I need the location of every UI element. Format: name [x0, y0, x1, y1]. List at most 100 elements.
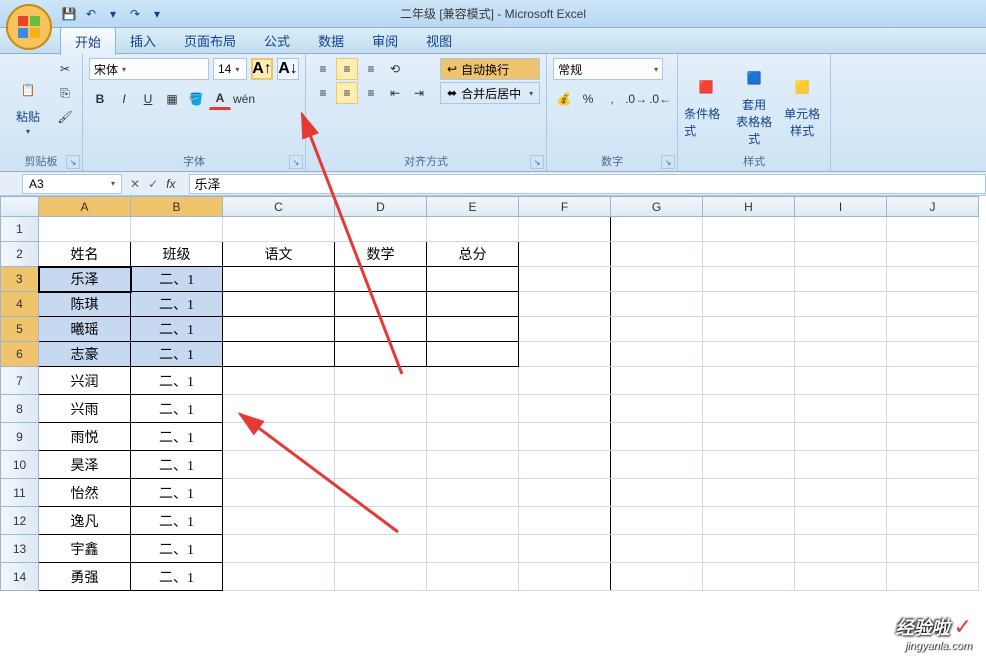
cell[interactable] — [427, 423, 519, 451]
cell[interactable] — [887, 267, 979, 292]
cell[interactable] — [519, 563, 611, 591]
select-all-corner[interactable] — [1, 197, 39, 217]
cell[interactable] — [703, 292, 795, 317]
cell[interactable] — [335, 535, 427, 563]
align-launcher-icon[interactable]: ↘ — [530, 155, 544, 169]
cell[interactable] — [519, 317, 611, 342]
row-header[interactable]: 4 — [1, 292, 39, 317]
bold-icon[interactable]: B — [89, 88, 111, 110]
cell[interactable]: 曦瑶 — [39, 317, 131, 342]
cell[interactable] — [611, 451, 703, 479]
col-header-d[interactable]: D — [335, 197, 427, 217]
cell[interactable] — [223, 292, 335, 317]
tab-formula[interactable]: 公式 — [250, 27, 304, 54]
cell[interactable] — [335, 342, 427, 367]
cell[interactable] — [887, 395, 979, 423]
tab-start[interactable]: 开始 — [60, 27, 116, 55]
cell[interactable] — [335, 292, 427, 317]
cell[interactable] — [519, 367, 611, 395]
cell[interactable] — [611, 317, 703, 342]
cell[interactable] — [335, 451, 427, 479]
cell-styles-button[interactable]: 🟨单元格 样式 — [780, 58, 824, 151]
cell[interactable]: 二、1 — [131, 535, 223, 563]
cell[interactable]: 二、1 — [131, 267, 223, 292]
cell[interactable] — [611, 479, 703, 507]
cell[interactable] — [223, 507, 335, 535]
increase-font-icon[interactable]: A↑ — [251, 58, 273, 80]
tab-review[interactable]: 审阅 — [358, 27, 412, 54]
cell[interactable] — [611, 395, 703, 423]
merge-center-button[interactable]: ⬌合并后居中▾ — [440, 82, 540, 104]
row-header[interactable]: 2 — [1, 242, 39, 267]
cell[interactable] — [611, 367, 703, 395]
header-chinese[interactable]: 语文 — [223, 242, 335, 267]
cell[interactable] — [795, 507, 887, 535]
wrap-text-button[interactable]: ↩自动换行 — [440, 58, 540, 80]
cell[interactable]: 二、1 — [131, 292, 223, 317]
cell[interactable] — [795, 292, 887, 317]
row-header[interactable]: 9 — [1, 423, 39, 451]
qat-dropdown-icon[interactable]: ▾ — [104, 5, 122, 23]
cell[interactable]: 二、1 — [131, 342, 223, 367]
cell[interactable] — [519, 507, 611, 535]
font-name-select[interactable]: 宋体▾ — [89, 58, 209, 80]
cell[interactable]: 兴雨 — [39, 395, 131, 423]
cell[interactable] — [223, 563, 335, 591]
cell[interactable]: 二、1 — [131, 507, 223, 535]
cell[interactable] — [519, 451, 611, 479]
cell[interactable] — [335, 367, 427, 395]
cell[interactable] — [611, 292, 703, 317]
cell[interactable] — [887, 317, 979, 342]
cell[interactable] — [703, 342, 795, 367]
cell[interactable] — [795, 317, 887, 342]
cell[interactable] — [519, 267, 611, 292]
cell[interactable] — [795, 535, 887, 563]
cell[interactable] — [611, 535, 703, 563]
col-header-i[interactable]: I — [795, 197, 887, 217]
cell[interactable] — [703, 317, 795, 342]
col-header-c[interactable]: C — [223, 197, 335, 217]
col-header-b[interactable]: B — [131, 197, 223, 217]
cell[interactable]: 二、1 — [131, 317, 223, 342]
cell[interactable] — [223, 317, 335, 342]
row-header[interactable]: 12 — [1, 507, 39, 535]
cell[interactable] — [519, 342, 611, 367]
cell[interactable] — [427, 451, 519, 479]
cell[interactable] — [795, 563, 887, 591]
cell[interactable] — [703, 367, 795, 395]
phonetic-icon[interactable]: wén — [233, 88, 255, 110]
cell[interactable] — [703, 395, 795, 423]
row-header[interactable]: 7 — [1, 367, 39, 395]
clipboard-launcher-icon[interactable]: ↘ — [66, 155, 80, 169]
cell[interactable] — [427, 342, 519, 367]
cell[interactable]: 逸凡 — [39, 507, 131, 535]
cell[interactable]: 二、1 — [131, 395, 223, 423]
fill-color-icon[interactable]: 🪣 — [185, 88, 207, 110]
paste-button[interactable]: 📋 粘贴 ▾ — [6, 58, 50, 151]
tab-layout[interactable]: 页面布局 — [170, 27, 250, 54]
cell[interactable] — [887, 479, 979, 507]
office-button[interactable] — [4, 2, 54, 52]
font-launcher-icon[interactable]: ↘ — [289, 155, 303, 169]
cell[interactable] — [335, 423, 427, 451]
format-as-table-button[interactable]: 🟦套用 表格格式 — [732, 58, 776, 151]
cell[interactable] — [887, 535, 979, 563]
qat-customize-icon[interactable]: ▾ — [148, 5, 166, 23]
tab-data[interactable]: 数据 — [304, 27, 358, 54]
cell[interactable] — [519, 395, 611, 423]
redo-icon[interactable]: ↷ — [126, 5, 144, 23]
align-middle-icon[interactable]: ≡ — [336, 58, 358, 80]
cell[interactable]: 二、1 — [131, 563, 223, 591]
percent-icon[interactable]: % — [577, 88, 599, 110]
cell[interactable] — [223, 267, 335, 292]
cell[interactable] — [427, 317, 519, 342]
indent-decrease-icon[interactable]: ⇤ — [384, 82, 406, 104]
currency-icon[interactable]: 💰 — [553, 88, 575, 110]
cell[interactable] — [223, 479, 335, 507]
number-launcher-icon[interactable]: ↘ — [661, 155, 675, 169]
cell[interactable]: 二、1 — [131, 423, 223, 451]
cell[interactable] — [223, 367, 335, 395]
align-top-icon[interactable]: ≡ — [312, 58, 334, 80]
cancel-icon[interactable]: ✕ — [130, 177, 140, 191]
cell[interactable] — [887, 292, 979, 317]
